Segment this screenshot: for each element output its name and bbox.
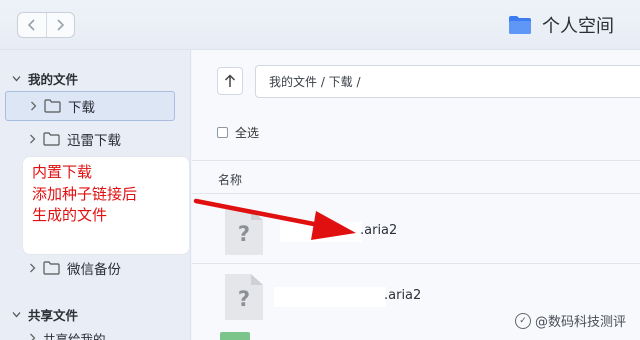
watermark-logo-icon: ✓: [514, 312, 531, 329]
folder-outline-icon: [43, 132, 60, 146]
section-shared-files-label: 共享文件: [28, 308, 79, 323]
column-header-name[interactable]: 名称: [218, 171, 242, 188]
sidebar-item-downloads[interactable]: 下载: [5, 91, 175, 121]
page-title: 个人空间: [542, 16, 614, 37]
file-fold: [251, 274, 263, 285]
file-browser: 我的文件 / 下载 / 全选 名称 ? .aria2 ? .aria2: [192, 50, 640, 340]
callout-line: 添加种子链接后: [32, 184, 138, 203]
sidebar-item-label: 下载: [68, 100, 95, 116]
watermark-text: @数码科技测评: [534, 315, 626, 330]
section-my-files-label: 我的文件: [28, 72, 79, 87]
chevron-right-icon: [57, 19, 65, 31]
name-redaction: [280, 222, 362, 242]
name-redaction: [274, 287, 386, 307]
sidebar-item-label: 共享给我的: [43, 331, 106, 340]
callout-line: 生成的文件: [32, 206, 108, 224]
section-shared-files[interactable]: 共享文件: [12, 305, 78, 324]
breadcrumb-path: 我的文件 / 下载 /: [269, 75, 361, 89]
divider: [192, 160, 640, 161]
file-row[interactable]: ? .aria2: [192, 198, 640, 264]
up-level-button[interactable]: [217, 67, 243, 95]
chevron-left-icon: [27, 19, 35, 31]
sidebar-item-shared-with-me[interactable]: 共享给我的: [5, 326, 175, 340]
folder-outline-icon: [44, 99, 61, 113]
chevron-down-icon: [12, 312, 21, 318]
section-my-files[interactable]: 我的文件: [12, 69, 78, 88]
select-all-control[interactable]: 全选: [217, 124, 259, 141]
chevron-right-icon: [30, 333, 36, 340]
space-title: 个人空间: [508, 12, 614, 38]
callout-line: 内置下载: [32, 163, 93, 181]
sidebar-item-wechat-backup[interactable]: 微信备份: [5, 253, 175, 283]
title-bar: 个人空间: [0, 0, 640, 50]
chevron-down-icon: [12, 76, 21, 82]
file-fold: [251, 209, 263, 220]
breadcrumb[interactable]: 我的文件 / 下载 /: [255, 65, 640, 98]
arrow-up-icon: [224, 74, 236, 87]
sidebar-item-xunlei-downloads[interactable]: 迅雷下载: [5, 124, 175, 154]
file-name[interactable]: .aria2: [360, 223, 397, 238]
file-name[interactable]: .aria2: [384, 288, 421, 303]
back-button[interactable]: [18, 13, 46, 37]
nav-buttons: [17, 12, 75, 38]
sidebar-item-label: 迅雷下载: [67, 133, 121, 149]
select-all-label: 全选: [235, 126, 260, 140]
select-all-checkbox[interactable]: [217, 127, 228, 138]
folder-icon: [509, 16, 531, 34]
chevron-right-icon: [30, 263, 36, 273]
folder-outline-icon: [43, 261, 60, 275]
forward-button[interactable]: [45, 13, 74, 37]
chevron-right-icon: [31, 101, 37, 111]
file-icon-partial: [220, 332, 250, 340]
annotation-callout: 内置下载 添加种子链接后 生成的文件: [22, 156, 190, 255]
divider: [192, 193, 640, 194]
chevron-right-icon: [30, 134, 36, 144]
sidebar-item-label: 微信备份: [67, 262, 121, 278]
watermark: ✓ @数码科技测评: [514, 311, 626, 330]
